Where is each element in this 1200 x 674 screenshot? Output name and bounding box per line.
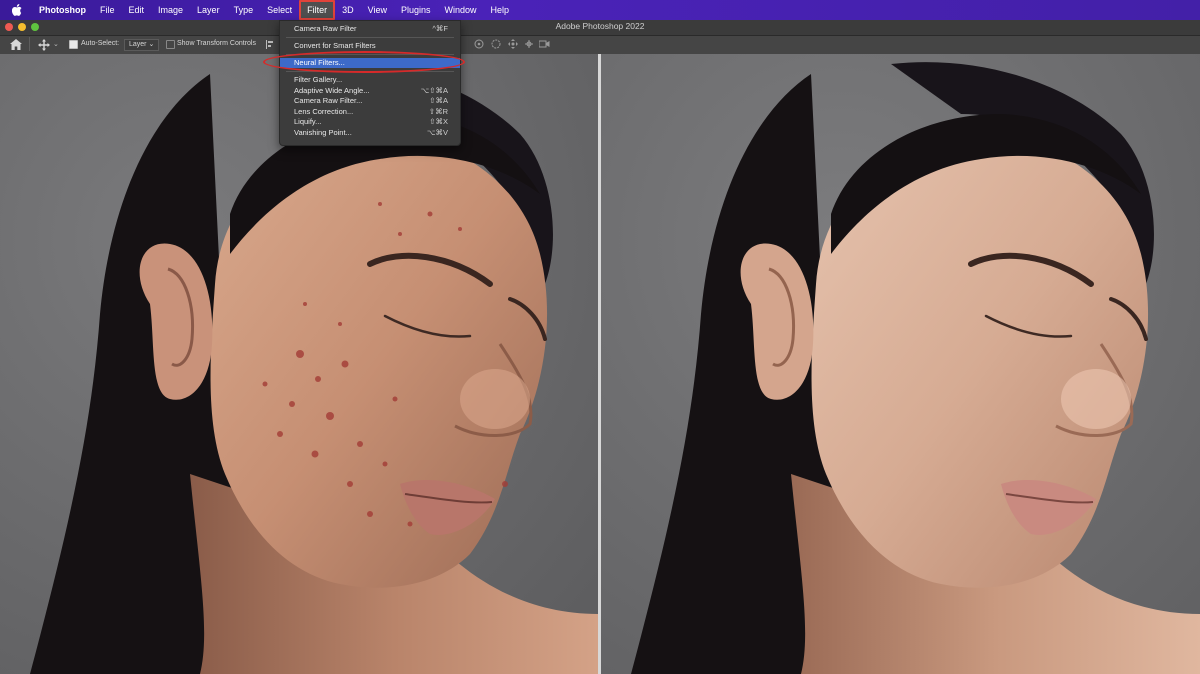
3d-orbit-icon[interactable]	[474, 39, 484, 51]
document-canvas[interactable]	[0, 54, 1200, 674]
move-tool-icon[interactable]	[38, 39, 50, 53]
filter-menu-dropdown: Camera Raw Filter ^⌘F Convert for Smart …	[279, 20, 461, 146]
align-icon[interactable]	[266, 40, 274, 51]
show-transform-label: Show Transform Controls	[177, 40, 256, 47]
3d-slide-icon[interactable]	[524, 39, 534, 51]
macos-menu-bar: Photoshop File Edit Image Layer Type Sel…	[0, 0, 1200, 20]
3d-pan-icon[interactable]	[508, 39, 518, 51]
menu-item-vanishing-point[interactable]: Vanishing Point... ⌥⌘V	[280, 128, 460, 138]
menu-3d[interactable]: 3D	[335, 0, 361, 20]
3d-roll-icon[interactable]	[491, 39, 501, 51]
menu-layer[interactable]: Layer	[190, 0, 227, 20]
menu-filter[interactable]: Filter	[299, 0, 336, 20]
menu-item-camera-raw-filter[interactable]: Camera Raw Filter... ⇧⌘A	[280, 96, 460, 106]
menu-item-convert-smart-filters[interactable]: Convert for Smart Filters	[280, 41, 460, 51]
menu-file[interactable]: File	[93, 0, 122, 20]
home-icon[interactable]	[10, 39, 22, 52]
menu-view[interactable]: View	[361, 0, 394, 20]
annotation-highlight-ellipse	[263, 51, 465, 73]
menu-app-name[interactable]: Photoshop	[32, 0, 93, 20]
show-transform-checkbox[interactable]	[166, 40, 175, 49]
menu-image[interactable]: Image	[151, 0, 190, 20]
auto-select-checkbox[interactable]	[69, 40, 78, 49]
before-image	[0, 54, 598, 674]
menu-item-filter-gallery[interactable]: Filter Gallery...	[280, 75, 460, 85]
menu-help[interactable]: Help	[484, 0, 517, 20]
menu-type[interactable]: Type	[227, 0, 261, 20]
auto-select-value: Layer	[129, 41, 147, 48]
menu-item-camera-raw-filter-last[interactable]: Camera Raw Filter ^⌘F	[280, 24, 460, 34]
toolbar-divider	[29, 37, 30, 51]
auto-select-dropdown[interactable]: Layer ⌄	[124, 39, 160, 51]
menu-window[interactable]: Window	[438, 0, 484, 20]
menu-select[interactable]: Select	[260, 0, 299, 20]
menu-plugins[interactable]: Plugins	[394, 0, 438, 20]
options-bar: ⌄ Auto-Select: Layer ⌄ Show Transform Co…	[0, 36, 1200, 54]
apple-icon[interactable]	[11, 4, 23, 16]
menu-edit[interactable]: Edit	[122, 0, 152, 20]
menu-item-lens-correction[interactable]: Lens Correction... ⇧⌘R	[280, 107, 460, 117]
window-title: Adobe Photoshop 2022	[555, 21, 645, 31]
menu-separator	[286, 37, 454, 38]
menu-item-adaptive-wide-angle[interactable]: Adaptive Wide Angle... ⌥⇧⌘A	[280, 86, 460, 96]
3d-camera-icon[interactable]	[538, 39, 550, 51]
after-image	[601, 54, 1200, 674]
window-title-bar: Adobe Photoshop 2022	[0, 20, 1200, 36]
auto-select-label: Auto-Select:	[81, 40, 120, 47]
chevron-down-icon[interactable]: ⌄	[53, 40, 59, 48]
menu-item-liquify[interactable]: Liquify... ⇧⌘X	[280, 117, 460, 127]
